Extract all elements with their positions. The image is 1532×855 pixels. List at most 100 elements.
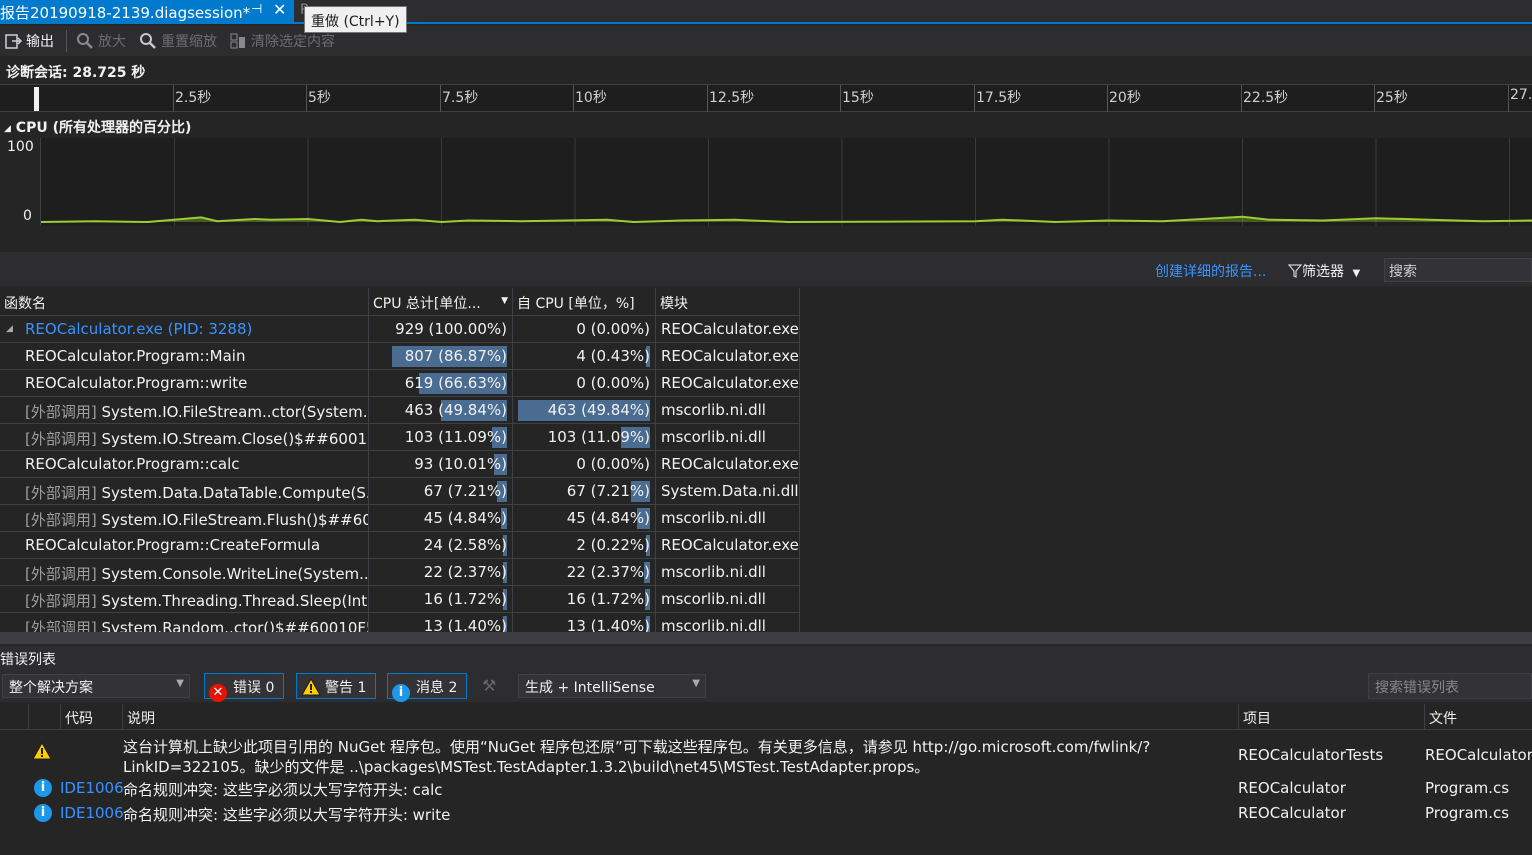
horizontal-scrollbar[interactable]	[0, 632, 1532, 644]
ruler-tick-label: 22.5秒	[1243, 90, 1289, 106]
function-name: REOCalculator.Program::calc	[25, 455, 240, 473]
column-header-description[interactable]: 说明	[122, 704, 1236, 730]
expand-icon[interactable]: ◢	[6, 324, 13, 334]
column-header-function-name[interactable]: 函数名	[0, 288, 369, 316]
reset-zoom-button[interactable]: 重置缩放	[139, 31, 217, 51]
toolbar-separator	[66, 30, 67, 52]
self-cpu-cell: 4 (0.43%)	[513, 343, 656, 370]
create-detailed-report-link[interactable]: 创建详细的报告...	[1155, 261, 1266, 281]
pin-icon[interactable]: ⊣	[251, 2, 262, 17]
self-cpu-value: 22 (2.37%)	[566, 563, 650, 581]
timeline-ruler[interactable]: 2.5秒 5秒 7.5秒 10秒 12.5秒 15秒 17.5秒 20秒 22.5秒 25秒 27.	[0, 84, 1532, 112]
function-name-cell: REOCalculator.Program::calc	[0, 451, 369, 478]
export-icon	[5, 34, 22, 49]
column-header-self-cpu[interactable]: 自 CPU [单位，%]	[513, 288, 656, 316]
cpu-total-value: 929 (100.00%)	[395, 320, 507, 338]
column-header-category[interactable]	[28, 704, 60, 730]
cpu-total-cell: 67 (7.21%)	[369, 478, 513, 505]
chevron-down-icon: ▼	[176, 678, 184, 689]
column-header-project[interactable]: 项目	[1238, 704, 1424, 730]
collapse-icon[interactable]: ◢	[4, 124, 11, 134]
column-header-code[interactable]: 代码	[60, 704, 120, 730]
error-description-line: LinkID=322105。缺少的文件是 ..\packages\MSTest.…	[123, 758, 930, 776]
table-row[interactable]: REOCalculator.Program::write 619 (66.63%)…	[0, 370, 800, 397]
table-row[interactable]: [外部调用] System.Random..ctor()$##60010F5 13…	[0, 613, 800, 632]
error-list-row[interactable]: 这台计算机上缺少此项目引用的 NuGet 程序包。使用“NuGet 程序包还原”…	[0, 736, 1532, 778]
cpu-total-cell: 45 (4.84%)	[369, 505, 513, 532]
close-icon[interactable]: ✕	[273, 0, 286, 19]
module-cell: REOCalculator.exe	[656, 316, 800, 343]
error-list-row[interactable]: i IDE1006 命名规则冲突: 这些字必须以大写字符开头: write RE…	[0, 803, 1532, 827]
table-row[interactable]: REOCalculator.Program::CreateFormula 24 (…	[0, 532, 800, 559]
errors-filter-button[interactable]: ✕ 错误 0	[204, 673, 284, 702]
module-cell: mscorlib.ni.dll	[656, 505, 800, 532]
chevron-down-icon: ▼	[692, 678, 700, 689]
table-row[interactable]: REOCalculator.Program::Main 807 (86.87%) 4…	[0, 343, 800, 370]
ruler-tick-label: 7.5秒	[442, 90, 479, 106]
cpu-section-header[interactable]: ◢ CPU (所有处理器的百分比)	[0, 114, 1532, 138]
warnings-filter-button[interactable]: 警告 1	[296, 673, 376, 699]
function-name-cell: REOCalculator.Program::Main	[0, 343, 369, 370]
error-description: 命名规则冲突: 这些字必须以大写字符开头: write	[123, 806, 451, 824]
table-row[interactable]: ◢ REOCalculator.exe (PID: 3288) 929 (100.0…	[0, 316, 800, 343]
self-cpu-value: 4 (0.43%)	[576, 347, 650, 365]
table-row[interactable]: [外部调用] System.Console.WriteLine(System..…	[0, 559, 800, 586]
output-button[interactable]: 输出	[4, 31, 54, 51]
function-name-cell: REOCalculator.Program::CreateFormula	[0, 532, 369, 559]
column-header-module[interactable]: 模块	[656, 288, 800, 316]
function-name: REOCalculator.Program::write	[25, 374, 248, 392]
table-row[interactable]: [外部调用] System.IO.Stream.Close()$##60019.…	[0, 424, 800, 451]
error-file: Program.cs	[1425, 804, 1510, 822]
report-search-input[interactable]: 搜索	[1384, 258, 1532, 282]
errors-count: 错误 0	[233, 680, 275, 696]
filter-label: 筛选器	[1302, 264, 1344, 280]
ruler-tick	[1374, 85, 1375, 112]
table-row[interactable]: [外部调用] System.Threading.Thread.Sleep(Int…	[0, 586, 800, 613]
module-cell: REOCalculator.exe	[656, 343, 800, 370]
cpu-data-point	[787, 221, 790, 223]
function-name-cell: [外部调用] System.Console.WriteLine(System..…	[0, 559, 369, 586]
timeline-selection-handle[interactable]	[34, 87, 39, 111]
ruler-tick-label: 10秒	[575, 90, 607, 106]
error-list-row[interactable]: i IDE1006 命名规则冲突: 这些字必须以大写字符开头: calc REO…	[0, 778, 1532, 802]
external-call-prefix: [外部调用]	[25, 619, 97, 632]
error-code-link[interactable]: IDE1006	[60, 804, 124, 822]
table-row[interactable]: [外部调用] System.Data.DataTable.Compute(S..…	[0, 478, 800, 505]
cpu-data-point	[414, 218, 416, 221]
column-header-file[interactable]: 文件	[1424, 704, 1532, 730]
filter-dropdown[interactable]: 筛选器 ▼	[1287, 261, 1360, 281]
error-file: Program.cs	[1425, 779, 1510, 797]
module-cell: REOCalculator.exe	[656, 532, 800, 559]
error-search-input[interactable]: 搜索错误列表	[1368, 673, 1532, 699]
external-call-prefix: [外部调用]	[25, 592, 97, 610]
info-icon: i	[34, 779, 52, 797]
scope-dropdown[interactable]: 整个解决方案 ▼	[2, 674, 190, 698]
filter-disabled-icon[interactable]: ⚒	[482, 676, 496, 695]
ruler-tick	[306, 85, 307, 112]
clear-selection-button[interactable]: 清除选定内容	[229, 31, 335, 51]
diagnostics-toolbar: 输出 放大 重置缩放 清除选定内容	[0, 26, 1532, 56]
function-name-cell: [外部调用] System.IO.FileStream.Flush()$##60…	[0, 505, 369, 532]
table-row[interactable]: [外部调用] System.IO.FileStream.Flush()$##60…	[0, 505, 800, 532]
cpu-total-cell: 103 (11.09%)	[369, 424, 513, 451]
function-table: 函数名 CPU 总计[单位... ▼ 自 CPU [单位，%] 模块 ◢ REOC…	[0, 288, 800, 632]
self-cpu-value: 0 (0.00%)	[576, 320, 650, 338]
self-cpu-value: 45 (4.84%)	[566, 509, 650, 527]
external-call-prefix: [外部调用]	[25, 403, 97, 421]
module-cell: mscorlib.ni.dll	[656, 424, 800, 451]
messages-filter-button[interactable]: i 消息 2	[387, 673, 467, 702]
self-cpu-cell: 0 (0.00%)	[513, 316, 656, 343]
table-row[interactable]: REOCalculator.Program::calc 93 (10.01%) 0 …	[0, 451, 800, 478]
cpu-usage-chart[interactable]	[40, 138, 1532, 226]
cpu-section-footer	[0, 226, 1532, 250]
table-row[interactable]: [外部调用] System.IO.FileStream..ctor(System…	[0, 397, 800, 424]
zoom-in-button[interactable]: 放大	[76, 31, 126, 51]
tab-diagsession[interactable]: 报告20190918-2139.diagsession* ⊣ ✕	[0, 0, 294, 22]
error-code-link[interactable]: IDE1006	[60, 779, 124, 797]
cpu-data-point	[681, 219, 683, 222]
build-source-value: 生成 + IntelliSense	[525, 680, 655, 696]
cpu-data-point	[216, 220, 218, 222]
function-name-cell: ◢ REOCalculator.exe (PID: 3288)	[0, 316, 369, 343]
column-header-cpu-total[interactable]: CPU 总计[单位... ▼	[369, 288, 513, 316]
build-source-dropdown[interactable]: 生成 + IntelliSense ▼	[518, 674, 706, 698]
